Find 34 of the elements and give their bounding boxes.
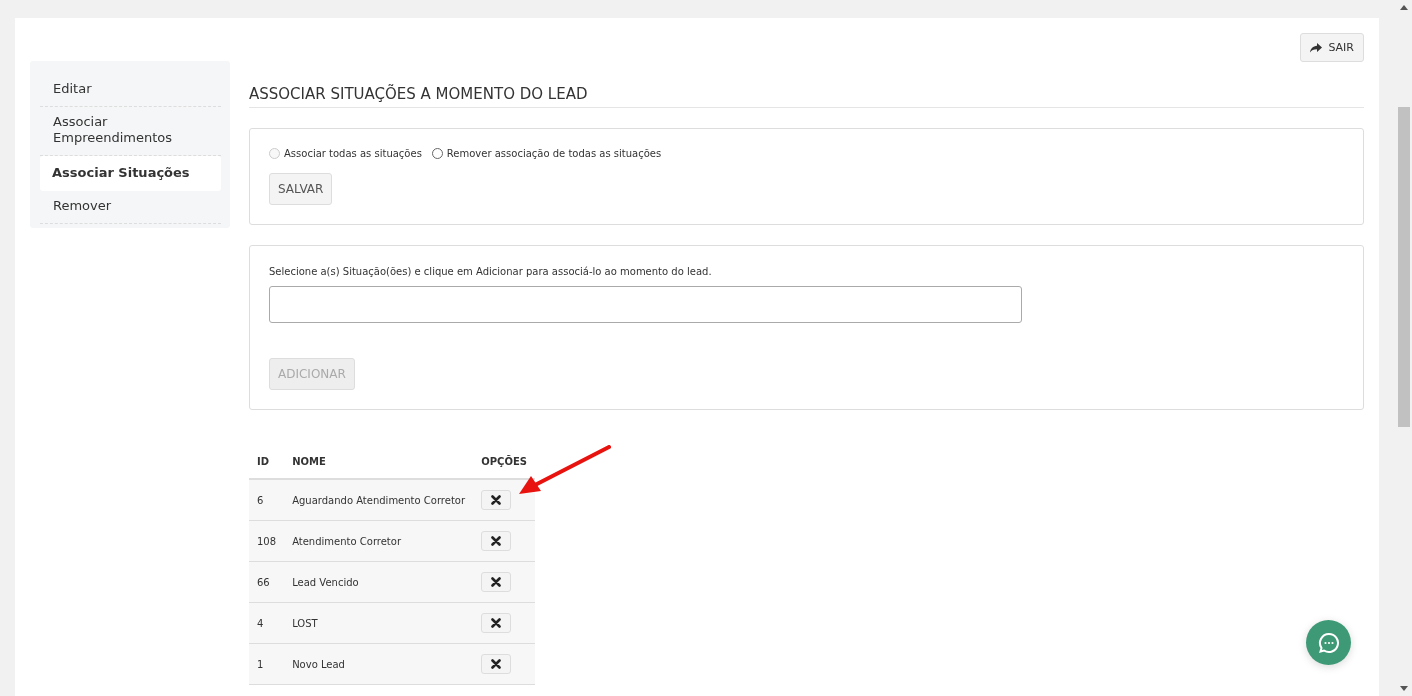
situation-input-field[interactable]: [269, 286, 1022, 323]
page-title: ASSOCIAR SITUAÇÕES A MOMENTO DO LEAD: [249, 85, 1364, 108]
close-icon: [491, 659, 502, 669]
delete-button[interactable]: [481, 613, 512, 633]
up-arrow-icon: [1399, 5, 1408, 10]
delete-button[interactable]: [481, 654, 512, 674]
share-arrow-icon: [1310, 42, 1323, 53]
scrollbar-thumb[interactable]: [1397, 107, 1410, 427]
table-cell: Lead Vencido: [284, 561, 474, 603]
close-icon: [491, 618, 502, 628]
delete-button[interactable]: [481, 490, 512, 510]
table-cell: 66: [249, 561, 285, 603]
delete-button[interactable]: [481, 572, 512, 592]
down-arrow-icon: [1399, 686, 1408, 691]
close-icon: [491, 495, 502, 505]
radio-option[interactable]: Remover associação de todas as situações: [431, 148, 662, 159]
exit-button[interactable]: SAIR: [1300, 33, 1364, 62]
table-cell: 1: [249, 643, 285, 685]
table-cell: Aguardando Atendimento Corretor: [284, 479, 474, 521]
table-cell: 4: [249, 602, 285, 644]
table-cell: 6: [249, 479, 285, 521]
close-icon: [491, 536, 502, 546]
sidebar-item[interactable]: Associar Situações: [40, 156, 221, 191]
sidebar-item[interactable]: Remover: [40, 191, 221, 224]
table-cell: Atendimento Corretor: [284, 520, 474, 562]
chat-bubble-icon: [1317, 631, 1340, 654]
save-button[interactable]: SALVAR: [269, 173, 333, 205]
close-icon: [491, 577, 502, 587]
table-cell: 108: [249, 520, 285, 562]
table-cell: Novo Lead: [284, 643, 474, 685]
instruction-text: Selecione a(s) Situação(ões) e clique em Adicionar para associá-lo ao momento do lead.: [269, 266, 713, 277]
table-cell: LOST: [284, 602, 474, 644]
delete-button[interactable]: [481, 531, 512, 551]
sidebar-item[interactable]: Editar: [40, 74, 221, 107]
